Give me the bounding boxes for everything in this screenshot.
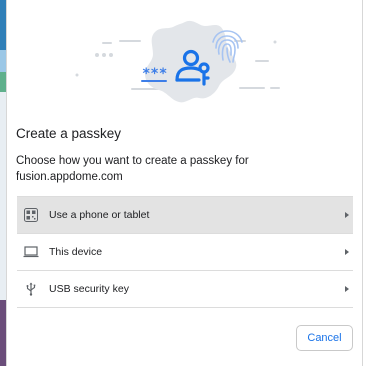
- chevron-right-icon: [345, 249, 349, 255]
- password-underline: [141, 80, 167, 82]
- illustration-blob: [145, 20, 237, 103]
- usb-icon: [23, 281, 39, 297]
- option-this-device[interactable]: This device: [17, 233, 353, 270]
- option-label: Use a phone or tablet: [49, 209, 150, 221]
- option-phone-or-tablet[interactable]: Use a phone or tablet: [17, 196, 353, 233]
- dialog-description: Choose how you want to create a passkey …: [16, 155, 249, 183]
- option-usb-security-key[interactable]: USB security key: [17, 270, 353, 308]
- passkey-illustration: ***: [75, 20, 280, 103]
- password-mask-text: ***: [142, 66, 167, 82]
- dialog-title: Create a passkey: [16, 126, 122, 141]
- page: *** Create a passkey Choose how you want…: [0, 0, 366, 366]
- qr-code-icon: [23, 207, 39, 223]
- chevron-right-icon: [345, 212, 349, 218]
- laptop-icon: [23, 244, 39, 260]
- cancel-button[interactable]: Cancel: [296, 325, 353, 351]
- passkey-options-list: Use a phone or tablet This device USB se…: [17, 196, 353, 308]
- passkey-dialog: *** Create a passkey Choose how you want…: [6, 0, 363, 366]
- option-label: This device: [49, 246, 103, 258]
- chevron-right-icon: [345, 286, 349, 292]
- option-label: USB security key: [49, 283, 129, 295]
